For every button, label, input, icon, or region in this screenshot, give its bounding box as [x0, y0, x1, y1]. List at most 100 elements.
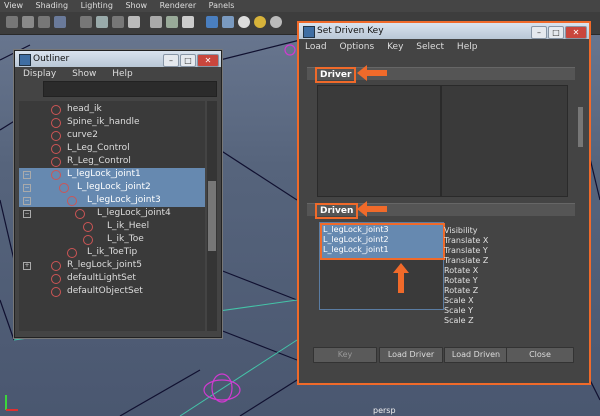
sdk-menu-load[interactable]: Load: [305, 42, 327, 52]
sdk-scrollbar[interactable]: [578, 107, 583, 147]
grid-icon[interactable]: [22, 16, 34, 28]
maximize-icon[interactable]: □: [180, 54, 196, 67]
outliner-item[interactable]: curve2: [19, 129, 205, 142]
driven-attribute-item[interactable]: Rotate X: [444, 266, 478, 276]
text-icon[interactable]: [182, 16, 194, 28]
outliner-menubar: Display Show Help: [15, 67, 221, 81]
driven-section-header[interactable]: Driven: [307, 203, 575, 219]
outliner-item[interactable]: head_ik: [19, 103, 205, 116]
menu-renderer[interactable]: Renderer: [156, 0, 203, 10]
driven-object-item[interactable]: L_legLock_joint2: [323, 235, 389, 244]
driven-attribute-item[interactable]: Translate X: [444, 236, 488, 246]
outliner-menu-show[interactable]: Show: [72, 69, 96, 79]
collapse-icon[interactable]: −: [23, 171, 31, 179]
sphere-white-icon[interactable]: [238, 16, 250, 28]
xray-icon[interactable]: [222, 16, 234, 28]
outliner-item[interactable]: defaultLightSet: [19, 272, 205, 285]
driver-objects-list[interactable]: [317, 85, 441, 197]
outliner-item-label: defaultLightSet: [67, 273, 136, 283]
driver-section-header[interactable]: Driver: [307, 67, 575, 83]
menu-show[interactable]: Show: [121, 0, 153, 10]
driven-attribute-item[interactable]: Scale Z: [444, 316, 474, 326]
sphere-gray-icon[interactable]: [270, 16, 282, 28]
driven-object-item[interactable]: L_legLock_joint1: [323, 245, 389, 254]
menu-panels[interactable]: Panels: [205, 0, 241, 10]
minimize-icon[interactable]: –: [531, 26, 547, 39]
outliner-item[interactable]: Spine_ik_handle: [19, 116, 205, 129]
driven-attribute-item[interactable]: Scale Y: [444, 306, 473, 316]
expand-icon[interactable]: +: [23, 262, 31, 270]
outliner-menu-help[interactable]: Help: [112, 69, 133, 79]
driven-attribute-item[interactable]: Translate Z: [444, 256, 488, 266]
collapse-icon[interactable]: −: [23, 210, 31, 218]
maximize-icon[interactable]: □: [548, 26, 564, 39]
sdk-menu-key[interactable]: Key: [387, 42, 403, 52]
lock-icon[interactable]: [38, 16, 50, 28]
node-icon: [51, 287, 61, 297]
outliner-item[interactable]: L_Leg_Control: [19, 142, 205, 155]
up-arrow-icon: [393, 263, 409, 293]
outliner-item[interactable]: L_ik_Toe: [19, 233, 205, 246]
outliner-item-label: L_ik_ToeTip: [87, 247, 138, 257]
key-button[interactable]: Key: [313, 347, 377, 363]
outliner-title: Outliner: [33, 54, 70, 64]
close-button[interactable]: Close: [506, 347, 574, 363]
outliner-item[interactable]: − L_legLock_joint4: [19, 207, 205, 220]
driven-attribute-item[interactable]: Scale X: [444, 296, 474, 306]
outliner-item[interactable]: − L_legLock_joint2: [19, 181, 205, 194]
driver-label: Driver: [315, 67, 357, 83]
set-driven-key-window: Set Driven Key – □ ✕ Load Options Key Sele…: [297, 21, 591, 385]
texture-icon[interactable]: [112, 16, 124, 28]
driven-attribute-item[interactable]: Rotate Z: [444, 286, 478, 296]
outliner-item[interactable]: − L_legLock_joint1: [19, 168, 205, 181]
driven-attribute-item[interactable]: Visibility: [444, 226, 478, 236]
collapse-icon[interactable]: −: [23, 197, 31, 205]
outliner-titlebar[interactable]: Outliner – □ ✕: [15, 51, 221, 67]
outliner-item[interactable]: defaultObjectSet: [19, 285, 205, 298]
outliner-search-input[interactable]: [43, 81, 217, 97]
sdk-menu-help[interactable]: Help: [457, 42, 478, 52]
outliner-item[interactable]: L_ik_Heel: [19, 220, 205, 233]
sdk-window-icon: [303, 26, 315, 38]
cube-icon[interactable]: [206, 16, 218, 28]
scroll-thumb[interactable]: [208, 181, 216, 251]
driven-attribute-item[interactable]: Rotate Y: [444, 276, 478, 286]
driven-object-item[interactable]: L_legLock_joint3: [323, 225, 389, 234]
outliner-scrollbar[interactable]: [207, 101, 217, 331]
minimize-icon[interactable]: –: [163, 54, 179, 67]
sdk-menu-options[interactable]: Options: [339, 42, 374, 52]
close-icon[interactable]: ✕: [197, 54, 219, 67]
sphere-gold-icon[interactable]: [254, 16, 266, 28]
collapse-icon[interactable]: −: [23, 184, 31, 192]
node-icon: [51, 157, 61, 167]
menu-lighting[interactable]: Lighting: [77, 0, 119, 10]
shadow-icon[interactable]: [150, 16, 162, 28]
load-driver-button[interactable]: Load Driver: [379, 347, 443, 363]
outliner-item[interactable]: + R_legLock_joint5: [19, 259, 205, 272]
driven-objects-list[interactable]: L_legLock_joint3 L_legLock_joint2 L_legL…: [319, 222, 445, 310]
isolate-icon[interactable]: [166, 16, 178, 28]
outliner-item[interactable]: − L_legLock_joint3: [19, 194, 205, 207]
light-icon[interactable]: [128, 16, 140, 28]
outliner-item-label: L_legLock_joint4: [97, 208, 171, 218]
camera-icon[interactable]: [6, 16, 18, 28]
wireframe-icon[interactable]: [80, 16, 92, 28]
outliner-menu-display[interactable]: Display: [23, 69, 56, 79]
node-icon: [67, 248, 77, 258]
menu-view[interactable]: View: [0, 0, 29, 10]
driven-attribute-item[interactable]: Translate Y: [444, 246, 488, 256]
close-icon[interactable]: ✕: [565, 26, 587, 39]
outliner-item[interactable]: L_ik_ToeTip: [19, 246, 205, 259]
smooth-shade-icon[interactable]: [96, 16, 108, 28]
sdk-titlebar[interactable]: Set Driven Key – □ ✕: [299, 23, 589, 39]
node-icon: [51, 261, 61, 271]
menu-shading[interactable]: Shading: [32, 0, 75, 10]
outliner-item[interactable]: R_Leg_Control: [19, 155, 205, 168]
driver-attributes-list[interactable]: [441, 85, 568, 197]
bookmark-icon[interactable]: [54, 16, 66, 28]
driver-arrow-icon: [357, 65, 387, 81]
sdk-menu-select[interactable]: Select: [416, 42, 444, 52]
outliner-window: Outliner – □ ✕ Display Show Help head_ik Sp…: [14, 50, 222, 338]
outliner-item-label: head_ik: [67, 104, 102, 114]
load-driven-button[interactable]: Load Driven: [444, 347, 508, 363]
